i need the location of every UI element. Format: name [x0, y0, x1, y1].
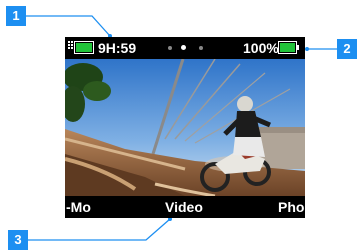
- storage-battery-icon: [74, 41, 94, 54]
- mode-tab-video[interactable]: Video: [165, 199, 203, 215]
- battery-percent: 100%: [243, 40, 279, 56]
- page-dot-1: [168, 46, 172, 50]
- time-remaining: 9H:59: [98, 40, 137, 56]
- mode-tab-previous[interactable]: -Mo: [66, 199, 91, 215]
- mode-tab-next[interactable]: Pho: [278, 199, 304, 215]
- motocross-preview-illustration: [65, 59, 305, 196]
- status-bar: 9H:59 100%: [65, 37, 305, 59]
- callout-badge-2: 2: [337, 39, 357, 59]
- page-dot-2: [181, 45, 186, 50]
- callout-badge-1: 1: [6, 6, 26, 26]
- page-dot-3: [199, 46, 203, 50]
- callout-badge-3: 3: [8, 230, 28, 250]
- callout-line-3: [28, 218, 171, 241]
- camera-screen[interactable]: 9H:59 100% -Mo Video Pho: [65, 37, 305, 218]
- callout-line-1: [26, 15, 111, 37]
- battery-icon: [278, 41, 299, 54]
- callout-dot-2: [305, 47, 309, 51]
- mode-bar[interactable]: -Mo Video Pho: [65, 196, 305, 218]
- preview-image: [65, 59, 305, 196]
